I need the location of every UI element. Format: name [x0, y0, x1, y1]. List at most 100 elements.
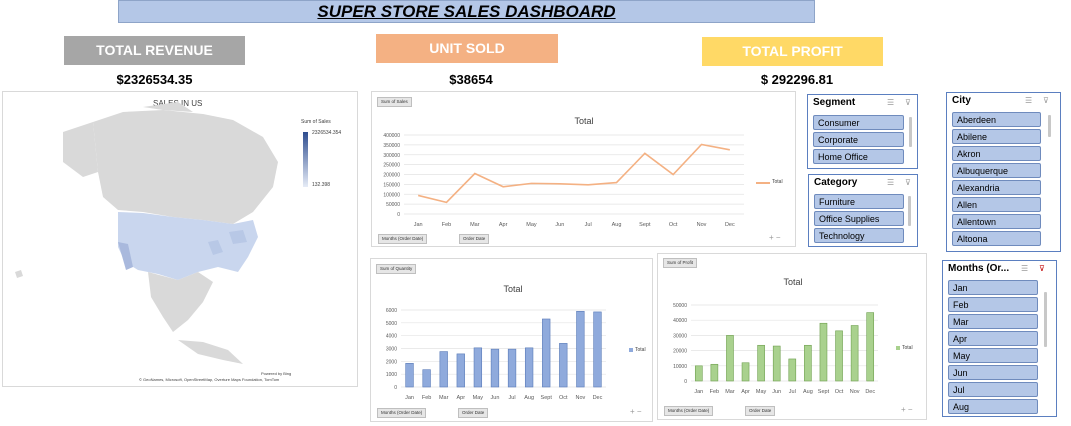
category-scrollbar[interactable]	[908, 196, 911, 226]
x-tick-label: Feb	[442, 222, 451, 228]
x-tick-label: Sept	[541, 395, 553, 401]
category-slicer-title: Category	[814, 177, 858, 188]
x-tick-label: Feb	[710, 389, 719, 395]
y-tick-label: 50000	[673, 303, 687, 309]
x-tick-label: Jul	[585, 222, 592, 228]
y-tick-label: 100000	[383, 192, 400, 198]
y-tick-label: 400000	[383, 133, 400, 139]
y-tick-label: 150000	[383, 182, 400, 188]
slicer-item-city[interactable]: Altoona	[952, 231, 1041, 246]
map-powered-by: Powered by Bing	[261, 371, 292, 376]
slicer-item-city[interactable]: Akron	[952, 146, 1041, 161]
months-scrollbar[interactable]	[1044, 292, 1047, 347]
y-tick-label: 1000	[386, 372, 397, 378]
months-slicer[interactable]: Months (Or... ☰ ⊽ Jan Feb Mar Apr May Ju…	[942, 260, 1057, 417]
category-slicer[interactable]: Category ☰ ⊽ Furniture Office Supplies T…	[808, 174, 918, 247]
segment-slicer[interactable]: Segment ☰ ⊽ Consumer Corporate Home Offi…	[807, 94, 918, 169]
x-tick-label: Sept	[639, 222, 651, 228]
x-tick-label: Jun	[491, 395, 500, 401]
x-tick-label: Jan	[405, 395, 414, 401]
clear-filter-icon[interactable]: ⊽	[1043, 96, 1049, 105]
quantity-bar-chart: Total 0 1000 2000 3000 4000 5000 6000 Jan Feb Mar A…	[386, 284, 606, 401]
slicer-item-month[interactable]: Mar	[948, 314, 1038, 329]
slicer-item-city[interactable]: Alexandria	[952, 180, 1041, 195]
y-tick-label: 350000	[383, 143, 400, 149]
profit-bar-chart: Total 0 10000 20000 30000 40000 50000 Jan Feb Mar…	[673, 277, 878, 395]
sales-line-chart: Total 0 50000 100000 150000 200000 250000 30000…	[383, 116, 744, 228]
x-tick-label: Nov	[575, 395, 585, 401]
bar-aug	[524, 347, 534, 388]
bar-mar	[726, 335, 734, 382]
city-slicer[interactable]: City ☰ ⊽ Aberdeen Abilene Akron Albuquer…	[946, 92, 1061, 252]
multi-select-icon[interactable]: ☰	[887, 98, 894, 107]
x-tick-label: May	[473, 395, 484, 401]
multi-select-icon[interactable]: ☰	[887, 178, 894, 187]
slicer-item-city[interactable]: Allen	[952, 197, 1041, 212]
profit-chart-panel[interactable]: Sum of Profit Total Months (Order Date) …	[657, 253, 927, 420]
slicer-item-city[interactable]: Albuquerque	[952, 163, 1041, 178]
y-tick-label: 20000	[673, 349, 687, 355]
multi-select-icon[interactable]: ☰	[1025, 96, 1032, 105]
kpi-profit-label: TOTAL PROFIT	[702, 37, 883, 66]
bar-apr	[741, 362, 750, 382]
bar-sept	[542, 318, 551, 388]
sales-chart-panel[interactable]: Sum of Sales Total Months (Order Date) O…	[371, 91, 796, 247]
slicer-item-month[interactable]: May	[948, 348, 1038, 363]
dashboard-title: SUPER STORE SALES DASHBOARD	[118, 0, 815, 23]
slicer-item-month[interactable]: Feb	[948, 297, 1038, 312]
y-tick-label: 0	[684, 379, 687, 385]
x-tick-label: Dec	[593, 395, 603, 401]
y-tick-label: 0	[394, 385, 397, 391]
slicer-item-month[interactable]: Jan	[948, 280, 1038, 295]
slicer-item-city[interactable]: Allentown	[952, 214, 1041, 229]
multi-select-icon[interactable]: ☰	[1021, 264, 1028, 273]
map-panel[interactable]: SALES IN US Sum of Sales 2326534.354 132…	[2, 91, 358, 387]
kpi-revenue-label: TOTAL REVENUE	[64, 36, 245, 65]
bar-jan	[694, 365, 703, 382]
clear-filter-icon[interactable]: ⊽	[905, 178, 911, 187]
slicer-item-furniture[interactable]: Furniture	[814, 194, 904, 209]
slicer-item-month[interactable]: Jun	[948, 365, 1038, 380]
bar-nov	[850, 325, 859, 382]
bar-feb	[422, 369, 431, 388]
quantity-chart-panel[interactable]: Sum of Quantity Total Months (Order Date…	[370, 258, 653, 422]
y-tick-label: 0	[397, 212, 400, 218]
slicer-item-office-supplies[interactable]: Office Supplies	[814, 211, 904, 226]
y-tick-label: 5000	[386, 321, 397, 327]
y-tick-label: 40000	[673, 318, 687, 324]
slicer-item-home-office[interactable]: Home Office	[813, 149, 904, 164]
segment-scrollbar[interactable]	[909, 117, 912, 147]
x-tick-label: Dec	[725, 222, 735, 228]
slicer-item-corporate[interactable]: Corporate	[813, 132, 904, 147]
x-tick-label: May	[756, 389, 767, 395]
city-scrollbar[interactable]	[1048, 115, 1051, 137]
x-tick-label: Aug	[612, 222, 622, 228]
clear-filter-icon[interactable]: ⊽	[1039, 264, 1045, 273]
chart-title: Total	[503, 284, 522, 294]
bar-may	[757, 344, 765, 382]
x-tick-label: Sept	[818, 389, 830, 395]
slicer-item-city[interactable]: Abilene	[952, 129, 1041, 144]
x-tick-label: Jun	[772, 389, 781, 395]
kpi-units-label: UNIT SOLD	[376, 34, 558, 63]
map-legend-title: Sum of Sales	[301, 119, 331, 125]
x-tick-label: Mar	[470, 222, 480, 228]
y-tick-label: 10000	[673, 364, 687, 370]
slicer-item-month[interactable]: Aug	[948, 399, 1038, 414]
x-tick-label: Aug	[803, 389, 813, 395]
bar-feb	[710, 363, 719, 382]
x-tick-label: Apr	[457, 395, 466, 401]
slicer-item-month[interactable]: Apr	[948, 331, 1038, 346]
bar-aug	[804, 344, 812, 382]
slicer-item-consumer[interactable]: Consumer	[813, 115, 904, 130]
slicer-item-month[interactable]: Jul	[948, 382, 1038, 397]
clear-filter-icon[interactable]: ⊽	[905, 98, 911, 107]
x-tick-label: Jul	[789, 389, 796, 395]
slicer-item-technology[interactable]: Technology	[814, 228, 904, 243]
slicer-item-city[interactable]: Aberdeen	[952, 112, 1041, 127]
x-tick-label: Oct	[669, 222, 678, 228]
x-tick-label: Apr	[499, 222, 508, 228]
y-tick-label: 2000	[386, 359, 397, 365]
kpi-units-value: $38654	[449, 72, 493, 87]
x-tick-label: Jul	[509, 395, 516, 401]
